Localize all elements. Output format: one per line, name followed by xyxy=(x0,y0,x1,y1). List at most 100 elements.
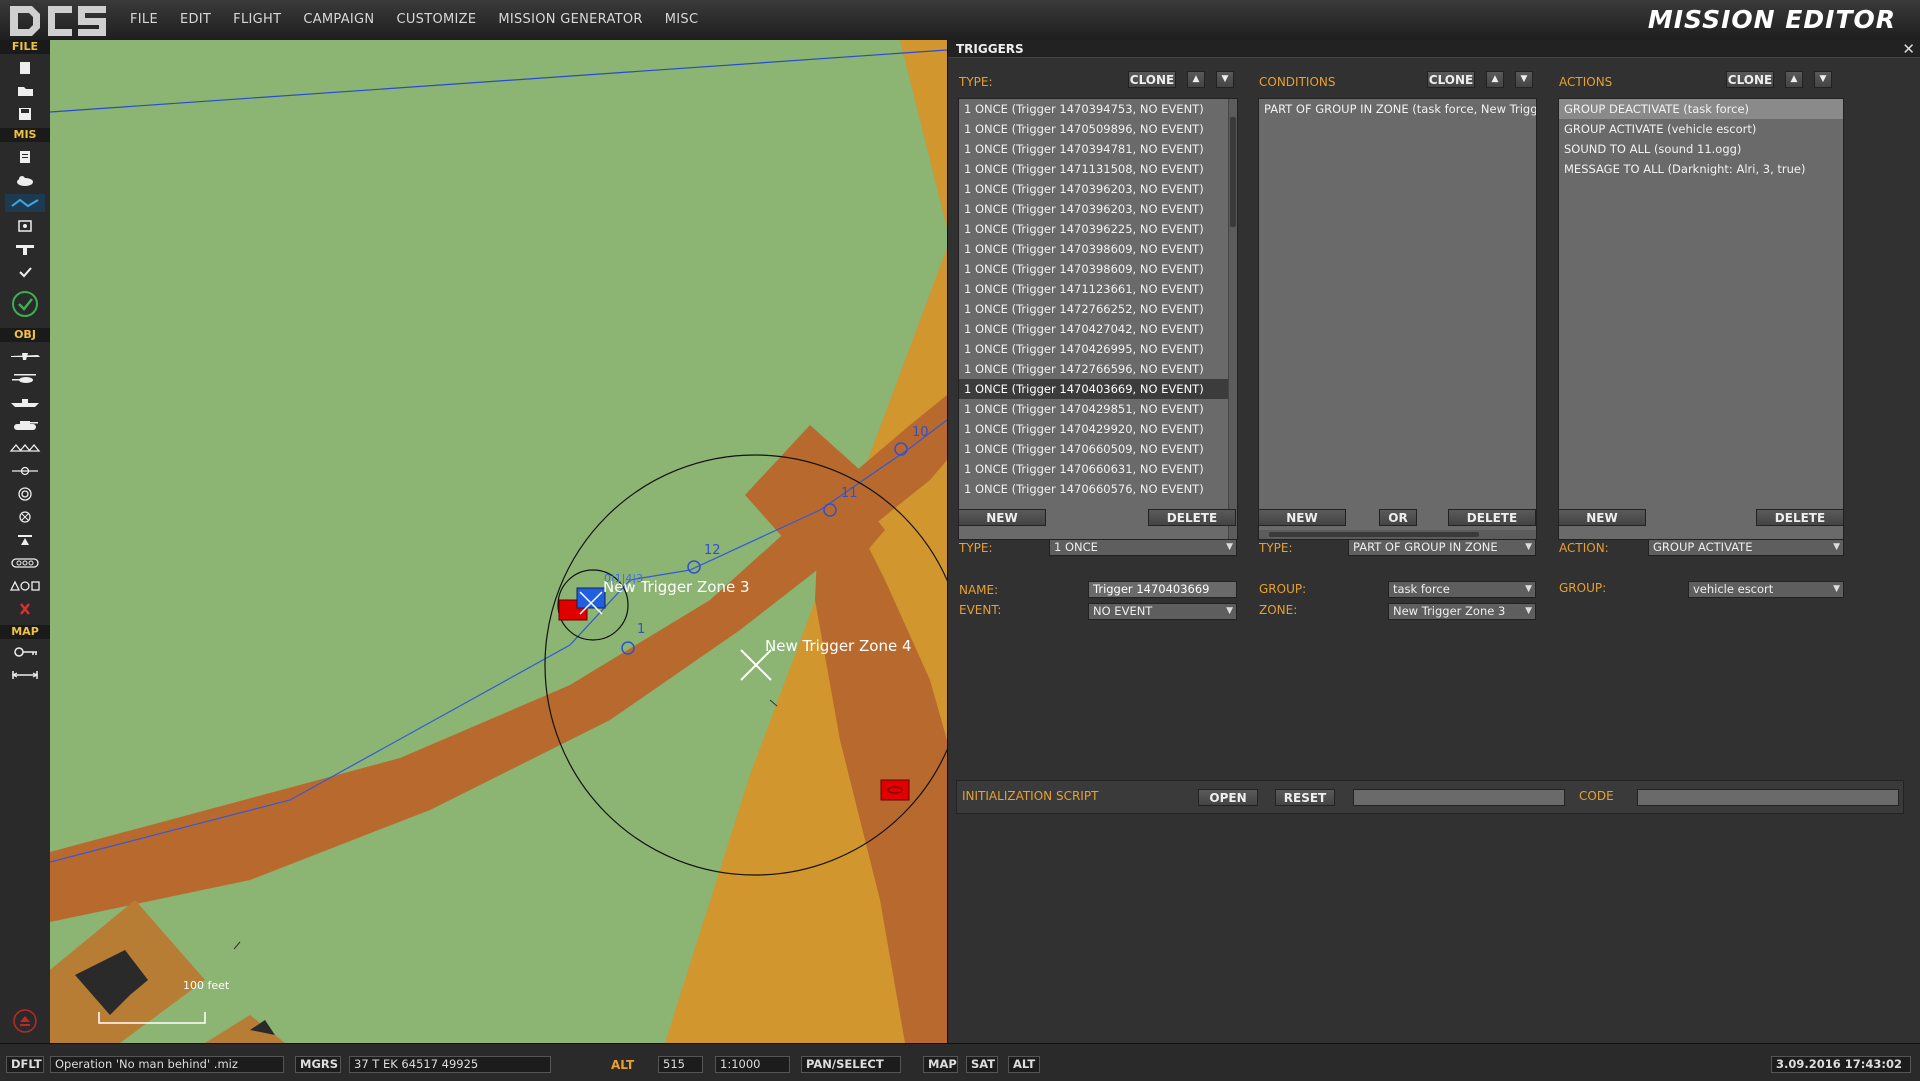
open-folder-icon[interactable] xyxy=(5,82,45,100)
condition-group-dropdown[interactable]: task force ▼ xyxy=(1388,581,1536,598)
target-icon[interactable] xyxy=(5,217,45,235)
trigger-list-item[interactable]: 1 ONCE (Trigger 1470394753, NO EVENT) xyxy=(959,99,1237,119)
menu-flight[interactable]: FLIGHT xyxy=(233,12,281,27)
trigger-list-item[interactable]: 1 ONCE (Trigger 1470660631, NO EVENT) xyxy=(959,459,1237,479)
action-clone-button[interactable]: CLONE xyxy=(1726,71,1774,88)
trigger-delete-button[interactable]: DELETE xyxy=(1148,509,1236,526)
trigger-move-up-button[interactable]: ▲ xyxy=(1187,71,1205,88)
condition-move-down-button[interactable]: ▼ xyxy=(1515,71,1533,88)
trigger-list-item[interactable]: 1 ONCE (Trigger 1470429851, NO EVENT) xyxy=(959,399,1237,419)
mission-ok-icon[interactable] xyxy=(5,290,45,318)
trigger-list-item[interactable]: 1 ONCE (Trigger 1470403669, NO EVENT) xyxy=(959,379,1237,399)
condition-or-button[interactable]: OR xyxy=(1379,509,1417,526)
check-icon[interactable] xyxy=(5,263,45,281)
action-group-dropdown[interactable]: vehicle escort ▼ xyxy=(1688,581,1844,598)
action-list-item[interactable]: GROUP ACTIVATE (vehicle escort) xyxy=(1559,119,1843,139)
code-field[interactable] xyxy=(1637,789,1899,806)
trigger-new-button[interactable]: NEW xyxy=(958,509,1046,526)
nav-points-icon[interactable] xyxy=(5,554,45,572)
conditions-list[interactable]: PART OF GROUP IN ZONE (task force, New T… xyxy=(1258,98,1537,540)
trigger-move-down-button[interactable]: ▼ xyxy=(1216,71,1234,88)
trigger-list-item[interactable]: 1 ONCE (Trigger 1471123661, NO EVENT) xyxy=(959,279,1237,299)
conditions-hscrollbar[interactable] xyxy=(1259,530,1536,539)
menu-customize[interactable]: CUSTOMIZE xyxy=(396,12,476,27)
altitude-label: ALT xyxy=(611,1058,635,1072)
weather-icon[interactable] xyxy=(5,171,45,189)
airplane-icon[interactable] xyxy=(5,347,45,365)
goals-icon[interactable] xyxy=(5,240,45,258)
trigger-list-item[interactable]: 1 ONCE (Trigger 1472766252, NO EVENT) xyxy=(959,299,1237,319)
condition-list-item[interactable]: PART OF GROUP IN ZONE (task force, New T… xyxy=(1259,99,1536,119)
satellite-view-button[interactable]: SAT xyxy=(966,1056,998,1073)
trigger-list-item[interactable]: 1 ONCE (Trigger 1470398609, NO EVENT) xyxy=(959,259,1237,279)
condition-zone-dropdown[interactable]: New Trigger Zone 3 ▼ xyxy=(1388,603,1536,620)
trigger-list-item[interactable]: 1 ONCE (Trigger 1470427042, NO EVENT) xyxy=(959,319,1237,339)
eject-icon[interactable] xyxy=(5,1008,45,1034)
shapes-icon[interactable] xyxy=(5,577,45,595)
template-icon[interactable] xyxy=(5,531,45,549)
menu-misc[interactable]: MISC xyxy=(665,12,699,27)
ship-icon[interactable] xyxy=(5,393,45,411)
trigger-list-item[interactable]: 1 ONCE (Trigger 1470396225, NO EVENT) xyxy=(959,219,1237,239)
condition-type-dropdown[interactable]: PART OF GROUP IN ZONE ▼ xyxy=(1348,539,1536,556)
ruler-icon[interactable] xyxy=(5,666,45,684)
action-list-item[interactable]: GROUP DEACTIVATE (task force) xyxy=(1559,99,1843,119)
trigger-list-item[interactable]: 1 ONCE (Trigger 1470660576, NO EVENT) xyxy=(959,479,1237,499)
key-icon[interactable] xyxy=(5,643,45,661)
delete-icon[interactable] xyxy=(5,600,45,618)
trigger-list-item[interactable]: 1 ONCE (Trigger 1470426995, NO EVENT) xyxy=(959,339,1237,359)
save-icon[interactable] xyxy=(5,105,45,123)
trigger-list-scrollbar[interactable] xyxy=(1228,99,1237,539)
briefing-icon[interactable] xyxy=(5,148,45,166)
coord-system-button[interactable]: MGRS xyxy=(295,1056,341,1073)
menu-mission-generator[interactable]: MISSION GENERATOR xyxy=(498,12,642,27)
condition-move-up-button[interactable]: ▲ xyxy=(1486,71,1504,88)
map-view-button[interactable]: MAP xyxy=(923,1056,958,1073)
trigger-list[interactable]: 1 ONCE (Trigger 1470394753, NO EVENT) 1 O… xyxy=(958,98,1238,540)
vehicle-group-icon[interactable] xyxy=(5,439,45,457)
trigger-list-item[interactable]: 1 ONCE (Trigger 1471131508, NO EVENT) xyxy=(959,159,1237,179)
trigger-list-item[interactable]: 1 ONCE (Trigger 1470396203, NO EVENT) xyxy=(959,179,1237,199)
new-file-icon[interactable] xyxy=(5,59,45,77)
bullseye-icon[interactable] xyxy=(5,508,45,526)
trigger-zone-4-label[interactable]: New Trigger Zone 4 xyxy=(765,637,911,655)
helicopter-icon[interactable] xyxy=(5,370,45,388)
menu-campaign[interactable]: CAMPAIGN xyxy=(303,12,374,27)
mode-indicator[interactable]: DFLT xyxy=(6,1056,44,1073)
trigger-list-item[interactable]: 1 ONCE (Trigger 1470660509, NO EVENT) xyxy=(959,439,1237,459)
actions-list[interactable]: GROUP DEACTIVATE (task force) GROUP ACTIV… xyxy=(1558,98,1844,540)
menu-edit[interactable]: EDIT xyxy=(180,12,211,27)
tank-icon[interactable] xyxy=(5,416,45,434)
action-move-up-button[interactable]: ▲ xyxy=(1785,71,1803,88)
action-new-button[interactable]: NEW xyxy=(1558,509,1646,526)
condition-clone-button[interactable]: CLONE xyxy=(1427,71,1475,88)
trigger-type-dropdown[interactable]: 1 ONCE ▼ xyxy=(1049,539,1237,556)
condition-new-button[interactable]: NEW xyxy=(1258,509,1346,526)
route-icon[interactable] xyxy=(5,194,45,212)
init-script-field[interactable] xyxy=(1353,789,1565,806)
code-label: CODE xyxy=(1579,789,1614,803)
map-view[interactable]: New Trigger Zone 3 New Trigger Zone 4 1 … xyxy=(50,40,947,1043)
condition-delete-button[interactable]: DELETE xyxy=(1448,509,1536,526)
init-script-reset-button[interactable]: RESET xyxy=(1275,789,1335,806)
trigger-clone-button[interactable]: CLONE xyxy=(1128,71,1176,88)
trigger-list-item[interactable]: 1 ONCE (Trigger 1470394781, NO EVENT) xyxy=(959,139,1237,159)
trigger-zone-icon[interactable] xyxy=(5,485,45,503)
menu-file[interactable]: FILE xyxy=(130,12,158,27)
action-type-dropdown[interactable]: GROUP ACTIVATE ▼ xyxy=(1648,539,1844,556)
trigger-list-item[interactable]: 1 ONCE (Trigger 1470398609, NO EVENT) xyxy=(959,239,1237,259)
trigger-list-item[interactable]: 1 ONCE (Trigger 1470509896, NO EVENT) xyxy=(959,119,1237,139)
init-script-open-button[interactable]: OPEN xyxy=(1198,789,1258,806)
altitude-view-button[interactable]: ALT xyxy=(1008,1056,1040,1073)
action-delete-button[interactable]: DELETE xyxy=(1756,509,1844,526)
trigger-event-dropdown[interactable]: NO EVENT ▼ xyxy=(1088,603,1237,620)
trigger-list-item[interactable]: 1 ONCE (Trigger 1470429920, NO EVENT) xyxy=(959,419,1237,439)
trigger-list-item[interactable]: 1 ONCE (Trigger 1470396203, NO EVENT) xyxy=(959,199,1237,219)
trigger-name-field[interactable]: Trigger 1470403669 xyxy=(1088,581,1237,598)
action-move-down-button[interactable]: ▼ xyxy=(1814,71,1832,88)
close-icon[interactable]: ✕ xyxy=(1902,40,1915,58)
action-list-item[interactable]: MESSAGE TO ALL (Darknight: Alri, 3, true… xyxy=(1559,159,1843,179)
action-list-item[interactable]: SOUND TO ALL (sound 11.ogg) xyxy=(1559,139,1843,159)
trigger-list-item[interactable]: 1 ONCE (Trigger 1472766596, NO EVENT) xyxy=(959,359,1237,379)
static-object-icon[interactable] xyxy=(5,462,45,480)
